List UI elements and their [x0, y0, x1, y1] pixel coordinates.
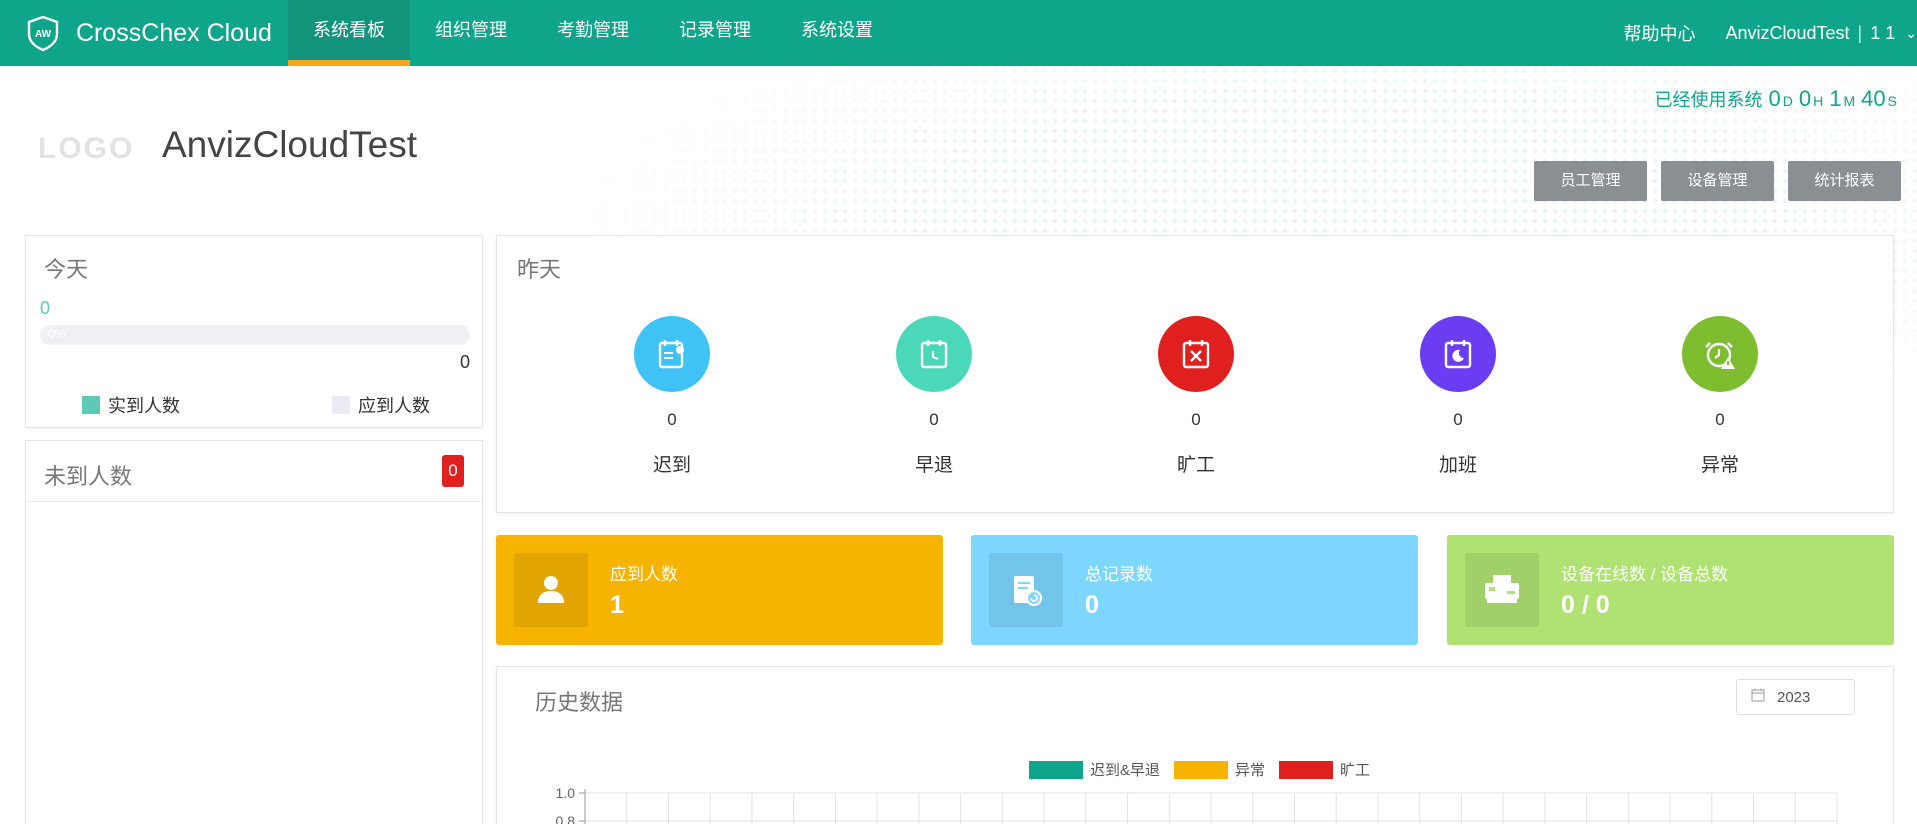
legend-actual-label: 实到人数 [108, 396, 180, 416]
early-leave-icon [896, 316, 972, 392]
tile-expected-label: 应到人数 [610, 565, 678, 584]
help-center-link[interactable]: 帮助中心 [1623, 20, 1695, 46]
nav-organization[interactable]: 组织管理 [410, 0, 532, 66]
device-icon [1465, 553, 1539, 627]
stat-exception-value: 0 [1715, 410, 1725, 429]
chevron-down-icon: ⌄ [1905, 24, 1917, 41]
yesterday-title: 昨天 [517, 257, 562, 282]
today-card: 今天 0 0% 0 实到人数 应到人数 [25, 235, 483, 428]
y-axis-tick-label: 0.8 [556, 813, 576, 824]
absent-count-badge: 0 [442, 455, 464, 487]
tile-devices-value: 0 / 0 [1561, 591, 1610, 619]
stat-late[interactable]: 0 迟到 [597, 316, 747, 477]
tile-expected-attendance[interactable]: 应到人数 1 [496, 535, 943, 645]
tile-devices-online[interactable]: 设备在线数 / 设备总数 0 / 0 [1447, 535, 1894, 645]
svg-text:AW: AW [35, 29, 52, 40]
stat-overtime[interactable]: 0 加班 [1383, 316, 1533, 477]
user-extra: 1 1 [1870, 22, 1896, 43]
brand-logo-icon: AW [27, 15, 59, 52]
uptime-days-unit: D [1782, 93, 1793, 109]
nav-dashboard[interactable]: 系统看板 [288, 0, 410, 66]
stat-absence-value: 0 [1191, 410, 1201, 429]
stat-late-label: 迟到 [652, 455, 691, 476]
stat-overtime-value: 0 [1453, 410, 1463, 429]
nav-attendance[interactable]: 考勤管理 [532, 0, 654, 66]
history-chart: 1.0 0.8 [556, 785, 1838, 824]
stat-absence[interactable]: 0 旷工 [1121, 316, 1271, 477]
tile-total-records[interactable]: 总记录数 0 [971, 535, 1418, 645]
legend-expected: 应到人数 [332, 392, 430, 418]
attendance-progress-bar: 0% [40, 325, 470, 345]
late-icon [634, 316, 710, 392]
records-icon [989, 553, 1063, 627]
absent-card: 未到人数 0 [25, 440, 483, 824]
brand[interactable]: AW CrossChex Cloud [24, 14, 288, 52]
stat-overtime-label: 加班 [1438, 455, 1477, 476]
tile-records-label: 总记录数 [1085, 565, 1153, 584]
employee-management-button[interactable]: 员工管理 [1534, 161, 1647, 201]
y-axis-tick-label: 1.0 [556, 785, 576, 801]
today-expected-count: 0 [459, 352, 470, 372]
uptime-days: 0 [1768, 86, 1781, 111]
history-card: 历史数据 2023 迟到&早退 异常 旷工 1.0 0.8 [496, 666, 1894, 824]
stat-late-value: 0 [667, 410, 677, 429]
absent-title: 未到人数 [44, 464, 133, 489]
user-name: AnvizCloudTest [1725, 22, 1850, 43]
company-logo: LOGO [38, 132, 135, 165]
system-uptime: 已经使用系统 0 D 0 H 1 M 40 S [1655, 86, 1898, 112]
statistics-report-button[interactable]: 统计报表 [1788, 161, 1901, 201]
user-separator: | [1857, 22, 1863, 43]
uptime-minutes-unit: M [1843, 93, 1856, 109]
company-name: AnvizCloudTest [162, 124, 418, 165]
stat-exception-label: 异常 [1700, 455, 1739, 476]
stat-early-leave-value: 0 [929, 410, 939, 429]
top-navigation-bar: AW CrossChex Cloud 系统看板 组织管理 考勤管理 记录管理 系… [0, 0, 1917, 66]
uptime-seconds-unit: S [1887, 93, 1897, 109]
uptime-hours: 0 [1798, 86, 1812, 111]
nav-records[interactable]: 记录管理 [654, 0, 776, 66]
brand-name: CrossChex Cloud [76, 18, 272, 47]
stat-early-leave-label: 早退 [914, 455, 953, 476]
tile-devices-label: 设备在线数 / 设备总数 [1561, 565, 1729, 584]
yesterday-card: 昨天 0 迟到 0 早退 0 旷工 0 加班 0 异常 [496, 235, 1894, 513]
stat-exception[interactable]: 0 异常 [1645, 316, 1795, 477]
legend-actual: 实到人数 [82, 392, 180, 418]
today-title: 今天 [44, 257, 89, 282]
progress-percent: 0% [48, 327, 66, 341]
legend-expected-swatch [332, 396, 350, 414]
stat-absence-label: 旷工 [1176, 455, 1215, 476]
nav-settings[interactable]: 系统设置 [776, 0, 898, 66]
overtime-icon [1420, 316, 1496, 392]
uptime-hours-unit: H [1813, 93, 1824, 109]
uptime-minutes: 1 [1829, 86, 1842, 111]
legend-expected-label: 应到人数 [358, 396, 430, 416]
main-nav: 系统看板 组织管理 考勤管理 记录管理 系统设置 [288, 0, 898, 66]
exception-icon [1682, 316, 1758, 392]
person-icon [514, 553, 588, 627]
divider [26, 501, 482, 502]
legend-actual-swatch [82, 396, 100, 414]
stat-early-leave[interactable]: 0 早退 [859, 316, 1009, 477]
tile-expected-value: 1 [610, 591, 624, 619]
today-actual-count: 0 [40, 298, 51, 318]
uptime-seconds: 40 [1861, 86, 1886, 111]
user-menu[interactable]: AnvizCloudTest | 1 1 ⌄ [1725, 23, 1917, 44]
absence-icon [1158, 316, 1234, 392]
tile-records-value: 0 [1085, 591, 1099, 619]
quick-actions: 员工管理 设备管理 统计报表 [1520, 161, 1901, 201]
device-management-button[interactable]: 设备管理 [1661, 161, 1774, 201]
uptime-label: 已经使用系统 [1654, 90, 1763, 110]
